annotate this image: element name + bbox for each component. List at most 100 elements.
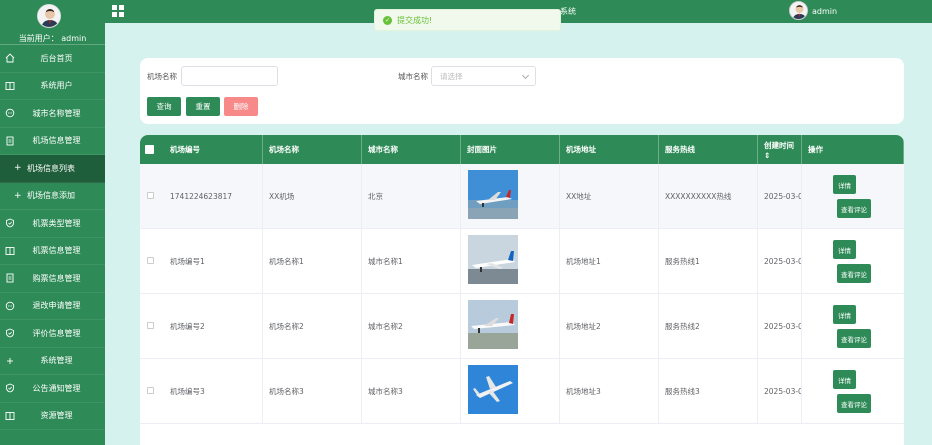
cover-image[interactable] xyxy=(468,300,518,349)
cover-image[interactable] xyxy=(468,235,518,284)
table-row: 机场编号1机场名称1城市名称1机场地址1服务热线12025-03-06 0详情查… xyxy=(140,229,904,294)
cell-id: 机场编号2 xyxy=(164,294,263,359)
sidebar-item-9[interactable]: 退改申请管理 xyxy=(0,293,105,320)
row-checkbox[interactable] xyxy=(147,257,154,264)
home-icon xyxy=(5,53,15,63)
plus-icon: + xyxy=(14,190,22,201)
row-checkbox[interactable] xyxy=(147,387,154,394)
sidebar-item-label: 后台首页 xyxy=(40,53,73,63)
airport-name-label: 机场名称 xyxy=(147,72,177,81)
column-header-1: 机场名称 xyxy=(263,135,362,164)
cell-city: 城市名称3 xyxy=(362,359,461,424)
shield-icon xyxy=(5,328,15,338)
sidebar-item-label: 资源管理 xyxy=(40,411,73,421)
sidebar-item-label: 系统用户 xyxy=(40,81,73,91)
cell-name: XX机场 xyxy=(263,164,362,229)
cell-address: 机场地址1 xyxy=(560,229,659,294)
cell-hotline: XXXXXXXXXX热线 xyxy=(659,164,758,229)
reset-button[interactable]: 重置 xyxy=(186,97,220,116)
detail-button[interactable]: 详情 xyxy=(833,175,856,194)
sidebar-item-label: 系统管理 xyxy=(40,356,73,366)
current-user-label: 当前用户： admin xyxy=(18,34,87,43)
chat-icon xyxy=(5,108,15,118)
cover-image[interactable] xyxy=(468,170,518,219)
cell-city: 城市名称2 xyxy=(362,294,461,359)
sidebar-item-8[interactable]: 购票信息管理 xyxy=(0,265,105,293)
sidebar-item-1[interactable]: 系统用户 xyxy=(0,73,105,100)
cell-name: 机场名称2 xyxy=(263,294,362,359)
sidebar-item-3[interactable]: 机场信息管理 xyxy=(0,128,105,155)
sidebar-item-11[interactable]: 系统管理 xyxy=(0,348,105,375)
table-row: 机场编号3机场名称3城市名称3机场地址3服务热线32025-03-06 0详情查… xyxy=(140,359,904,424)
sidebar-header: 当前用户： admin xyxy=(0,0,105,45)
top-avatar[interactable] xyxy=(789,1,808,20)
sidebar-item-label: 退改申请管理 xyxy=(32,301,81,311)
cell-name: 机场名称1 xyxy=(263,229,362,294)
sidebar-item-7[interactable]: 机票信息管理 xyxy=(0,238,105,265)
detail-button[interactable]: 详情 xyxy=(833,240,856,259)
sidebar-item-4[interactable]: + 机场信息列表 xyxy=(0,155,105,183)
table-row: 机场编号2机场名称2城市名称2机场地址2服务热线22025-03-06 0详情查… xyxy=(140,294,904,359)
row-actions: 详情查看评论 xyxy=(802,229,904,294)
city-select-placeholder: 请选择 xyxy=(440,71,463,81)
cell-created: 2025-03-06 0 xyxy=(758,229,802,294)
view-reviews-button[interactable]: 查看评论 xyxy=(837,199,871,218)
cell-created: 2025-03-06 0 xyxy=(758,359,802,424)
top-user-name[interactable]: admin xyxy=(812,7,837,16)
sidebar-item-0[interactable]: 后台首页 xyxy=(0,45,105,73)
view-reviews-button[interactable]: 查看评论 xyxy=(837,394,871,413)
query-button[interactable]: 查询 xyxy=(147,97,181,116)
sidebar-item-13[interactable]: 资源管理 xyxy=(0,403,105,430)
sidebar-item-6[interactable]: 机票类型管理 xyxy=(0,210,105,238)
cell-hotline: 服务热线3 xyxy=(659,359,758,424)
avatar-person-icon xyxy=(790,2,807,19)
chat-icon xyxy=(5,301,15,311)
sidebar-item-2[interactable]: 城市名称管理 xyxy=(0,100,105,128)
row-checkbox[interactable] xyxy=(147,192,154,199)
cell-created: 2025-03-06 0 xyxy=(758,164,802,229)
column-header-4: 机场地址 xyxy=(560,135,659,164)
delete-button[interactable]: 删除 xyxy=(224,97,258,116)
success-toast: ✓ 提交成功! xyxy=(374,9,561,31)
view-reviews-button[interactable]: 查看评论 xyxy=(837,329,871,348)
cell-address: 机场地址3 xyxy=(560,359,659,424)
sidebar-menu: 后台首页系统用户城市名称管理 机场信息管理 + 机场信息列表 + 机场信息添加 机票类型管理… xyxy=(0,45,105,430)
sidebar-item-label: 机票信息管理 xyxy=(32,246,81,256)
columns-icon xyxy=(5,246,15,256)
column-header-6[interactable]: 创建时间 ⇕ xyxy=(758,135,802,164)
row-actions: 详情查看评论 xyxy=(802,359,904,424)
shield-icon xyxy=(5,383,15,393)
detail-button[interactable]: 详情 xyxy=(833,305,856,324)
airport-name-input[interactable] xyxy=(181,66,278,86)
columns-icon xyxy=(5,411,15,421)
system-title: 系统 xyxy=(560,7,576,16)
detail-button[interactable]: 详情 xyxy=(833,370,856,389)
cell-address: XX地址 xyxy=(560,164,659,229)
view-reviews-button[interactable]: 查看评论 xyxy=(837,264,871,283)
chevron-down-icon xyxy=(521,71,530,80)
sidebar-item-10[interactable]: 评价信息管理 xyxy=(0,320,105,348)
sidebar-item-5[interactable]: + 机场信息添加 xyxy=(0,183,105,210)
search-panel: 机场名称 城市名称 请选择 查询 重置 删除 xyxy=(140,58,904,124)
menu-toggle-grid-icon[interactable] xyxy=(112,5,124,17)
row-actions: 详情查看评论 xyxy=(802,164,904,229)
cell-city: 北京 xyxy=(362,164,461,229)
cell-created: 2025-03-06 0 xyxy=(758,294,802,359)
row-checkbox[interactable] xyxy=(147,322,154,329)
cover-image[interactable] xyxy=(468,365,518,414)
column-header-7: 操作 xyxy=(802,135,904,164)
row-actions: 详情查看评论 xyxy=(802,294,904,359)
sidebar-item-label: 购票信息管理 xyxy=(32,273,81,283)
column-header-5: 服务热线 xyxy=(659,135,758,164)
city-name-select[interactable]: 请选择 xyxy=(431,66,536,86)
cell-address: 机场地址2 xyxy=(560,294,659,359)
sidebar-item-label: 机场信息管理 xyxy=(32,136,81,146)
sidebar: 当前用户： admin 后台首页 系统用户 城市名称管理 机场信息管理 + 机场信息列表 +… xyxy=(0,0,105,445)
avatar[interactable] xyxy=(37,4,61,28)
select-all-checkbox[interactable] xyxy=(145,145,154,154)
plus-icon xyxy=(5,356,15,366)
cell-city: 城市名称1 xyxy=(362,229,461,294)
sidebar-item-12[interactable]: 公告通知管理 xyxy=(0,375,105,403)
sidebar-item-label: 城市名称管理 xyxy=(32,108,81,118)
cell-id: 1741224623817 xyxy=(164,164,263,229)
